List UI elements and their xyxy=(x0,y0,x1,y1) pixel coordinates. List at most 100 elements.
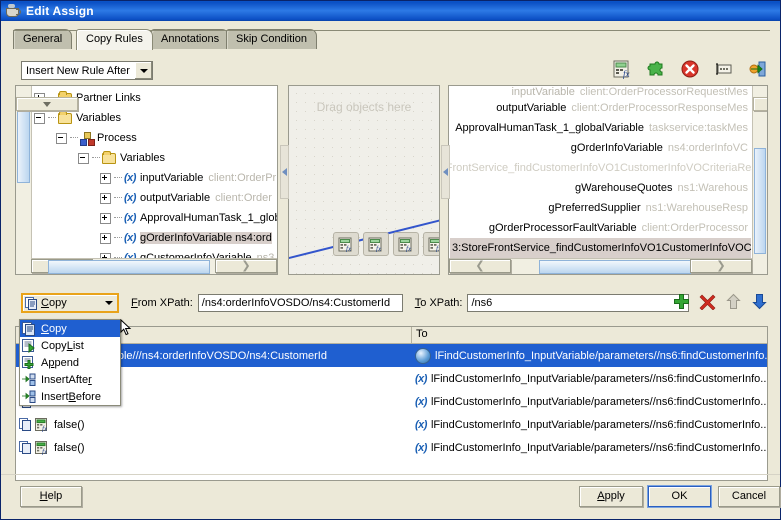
menu-item-append[interactable]: Append xyxy=(20,354,120,371)
tab-general[interactable]: General xyxy=(13,29,73,49)
drag-objects-pane[interactable]: Drag objects here fx fx fx fx xyxy=(288,85,440,275)
menu-item-copylist[interactable]: CopyList xyxy=(20,337,120,354)
left-tree-vscrollbar[interactable] xyxy=(16,86,78,274)
chevron-down-icon[interactable] xyxy=(101,295,117,311)
tab-copy-rules[interactable]: Copy Rules xyxy=(76,29,153,50)
to-xpath-label: To XPath: xyxy=(414,297,463,309)
tab-annotations[interactable]: Annotations xyxy=(151,29,230,49)
grid-cell-to: lFindCustomerInfo_InputVariable/paramete… xyxy=(412,347,767,364)
folder-open-icon xyxy=(102,150,116,164)
tree-node-variables[interactable]: Variables xyxy=(34,108,267,128)
ok-button[interactable]: OK xyxy=(648,486,711,507)
expander-icon[interactable] xyxy=(100,232,111,244)
cancel-button[interactable]: Cancel xyxy=(718,486,780,507)
table-row[interactable]: fx false() (x) lFindCustomerInfo_InputVa… xyxy=(16,436,767,459)
edit-assign-dialog: Edit Assign General Copy Rules Annotatio… xyxy=(0,0,781,520)
tree-node-outputvariable[interactable]: (x) outputVariable client:Order xyxy=(34,188,272,208)
tree-node-approvalhumantask[interactable]: (x) ApprovalHumanTask_1_glob xyxy=(34,208,277,228)
xpath-function-icon[interactable]: fx xyxy=(423,232,440,256)
vscroll-thumb[interactable] xyxy=(754,148,766,254)
tree-node-gorderinfovariable[interactable]: (x) gOrderInfoVariable ns4:ord xyxy=(34,228,272,248)
scroll-right-button[interactable]: ❯ xyxy=(690,259,752,273)
hscroll-thumb[interactable] xyxy=(48,260,210,274)
target-row-gorderinfovariable[interactable]: gOrderInfoVariable ns4:orderInfoVC xyxy=(451,138,751,158)
add-rule-button[interactable] xyxy=(673,293,690,310)
tree-node-variables-inner[interactable]: Variables xyxy=(34,148,267,168)
left-splitter-handle[interactable] xyxy=(280,145,289,199)
source-variable-tree[interactable]: Partner Links Variables Process Variable… xyxy=(15,85,278,275)
grid-cell-to: (x) lFindCustomerInfo_InputVariable/para… xyxy=(412,396,767,408)
hscroll-thumb[interactable] xyxy=(539,260,693,274)
right-splitter-handle[interactable] xyxy=(441,145,450,199)
target-row-inputvariable[interactable]: inputVariable client:OrderProcessorReque… xyxy=(451,86,751,98)
delete-icon[interactable] xyxy=(680,59,700,79)
table-row[interactable]: fx false() (x) lFindCustomerInfo_InputVa… xyxy=(16,413,767,436)
target-row-type: client:OrderProcessorRequestMes xyxy=(579,86,748,98)
to-xpath-value: /ns6 xyxy=(471,297,493,309)
target-row-gorderprocessorfault[interactable]: gOrderProcessorFaultVariable client:Orde… xyxy=(451,218,751,238)
move-up-button[interactable] xyxy=(725,293,742,310)
scroll-down-button[interactable] xyxy=(753,97,767,111)
rename-icon[interactable] xyxy=(714,59,734,79)
move-down-button[interactable] xyxy=(751,293,768,310)
delete-rule-button[interactable] xyxy=(699,293,716,311)
target-row-selected-storefront[interactable]: 3:StoreFrontService_findCustomerInfoVO1C… xyxy=(450,238,767,258)
copy-operation-combo[interactable]: Copy xyxy=(21,293,119,313)
right-tree-vscrollbar[interactable] xyxy=(752,86,767,274)
target-row-type: client:OrderProcessor xyxy=(641,222,748,234)
target-row-approvalhumantask[interactable]: ApprovalHumanTask_1_globalVariable tasks… xyxy=(451,118,751,138)
add-puzzle-icon[interactable] xyxy=(646,59,666,79)
target-variable-tree[interactable]: inputVariable client:OrderProcessorReque… xyxy=(448,85,768,275)
tree-node-process[interactable]: Process xyxy=(34,128,267,148)
insert-after-icon xyxy=(22,373,37,387)
copy-icon xyxy=(22,321,37,336)
grid-header-to[interactable]: To xyxy=(412,327,767,343)
go-into-icon[interactable] xyxy=(748,59,768,79)
table-row[interactable]: (x) lFindCustomerInfo_InputVariable/para… xyxy=(16,390,767,413)
expander-icon[interactable] xyxy=(100,212,111,224)
vscroll-thumb[interactable] xyxy=(17,103,30,183)
tab-skip-condition[interactable]: Skip Condition xyxy=(226,29,317,49)
left-tree-hscrollbar[interactable]: ❮ ❯ xyxy=(31,258,277,274)
tree-node-inputvariable[interactable]: (x) inputVariable client:OrderPr xyxy=(34,168,276,188)
menu-item-insertbefore[interactable]: InsertBefore xyxy=(20,388,120,405)
menu-item-copy[interactable]: Copy xyxy=(20,320,120,337)
tree-node-label: gOrderInfoVariable ns4:ord xyxy=(139,232,272,244)
expander-icon[interactable] xyxy=(100,172,111,184)
copy-rules-toolbar: fx xyxy=(612,59,768,79)
xpath-expression-icon[interactable]: fx xyxy=(612,59,632,79)
help-button[interactable]: Help xyxy=(20,486,82,507)
scroll-left-button[interactable]: ❮ xyxy=(449,259,511,273)
target-row-gwarehousequotes[interactable]: gWarehouseQuotes ns1:Warehous xyxy=(451,178,751,198)
xpath-function-icon[interactable]: fx xyxy=(333,232,359,256)
grid-cell-to-text: lFindCustomerInfo_InputVariable/paramete… xyxy=(430,395,767,408)
insert-rule-combo[interactable]: Insert New Rule After xyxy=(21,61,153,80)
apply-button[interactable]: Apply xyxy=(579,486,643,507)
scroll-right-button[interactable]: ❯ xyxy=(215,259,277,273)
java-cup-icon xyxy=(5,3,21,19)
table-row[interactable]: (x) lFindCustomerInfo_InputVariable/para… xyxy=(16,367,767,390)
from-xpath-input[interactable]: /ns4:orderInfoVOSDO/ns4:CustomerId xyxy=(197,294,403,312)
xpath-function-icon[interactable]: fx xyxy=(393,232,419,256)
grid-cell-to-text: lFindCustomerInfo_InputVariable/paramete… xyxy=(430,372,767,385)
target-row-outputvariable[interactable]: outputVariable client:OrderProcessorResp… xyxy=(451,98,751,118)
target-row-label: gWarehouseQuotes xyxy=(575,182,673,194)
expander-icon[interactable] xyxy=(78,152,89,164)
menu-item-insertafter[interactable]: InsertAfter xyxy=(20,371,120,388)
to-xpath-input[interactable]: /ns6 xyxy=(467,294,690,312)
target-row-storefront-response[interactable]: reFrontService_findCustomerInfoVO1Custom… xyxy=(449,158,763,178)
copy-rules-grid[interactable]: From To Variable///ns4:orderInfoVOSDO/ns… xyxy=(15,326,768,481)
menu-item-label: InsertAfter xyxy=(41,373,92,386)
table-row[interactable]: Variable///ns4:orderInfoVOSDO/ns4:Custom… xyxy=(16,344,767,367)
target-row-gpreferredsupplier[interactable]: gPreferredSupplier ns1:WarehouseResp xyxy=(451,198,751,218)
scroll-down-button[interactable] xyxy=(16,97,78,111)
menu-item-label: InsertBefore xyxy=(41,390,101,403)
right-tree-hscrollbar[interactable]: ❮ ❯ xyxy=(449,258,752,274)
expander-icon[interactable] xyxy=(56,132,67,144)
copy-operation-menu[interactable]: Copy CopyList Append InsertAfter InsertB… xyxy=(19,319,121,406)
expander-icon[interactable] xyxy=(100,192,111,204)
chevron-down-icon[interactable] xyxy=(134,62,152,79)
expander-icon[interactable] xyxy=(34,112,45,124)
xpath-function-icon[interactable]: fx xyxy=(363,232,389,256)
svg-text:fx: fx xyxy=(436,245,440,252)
